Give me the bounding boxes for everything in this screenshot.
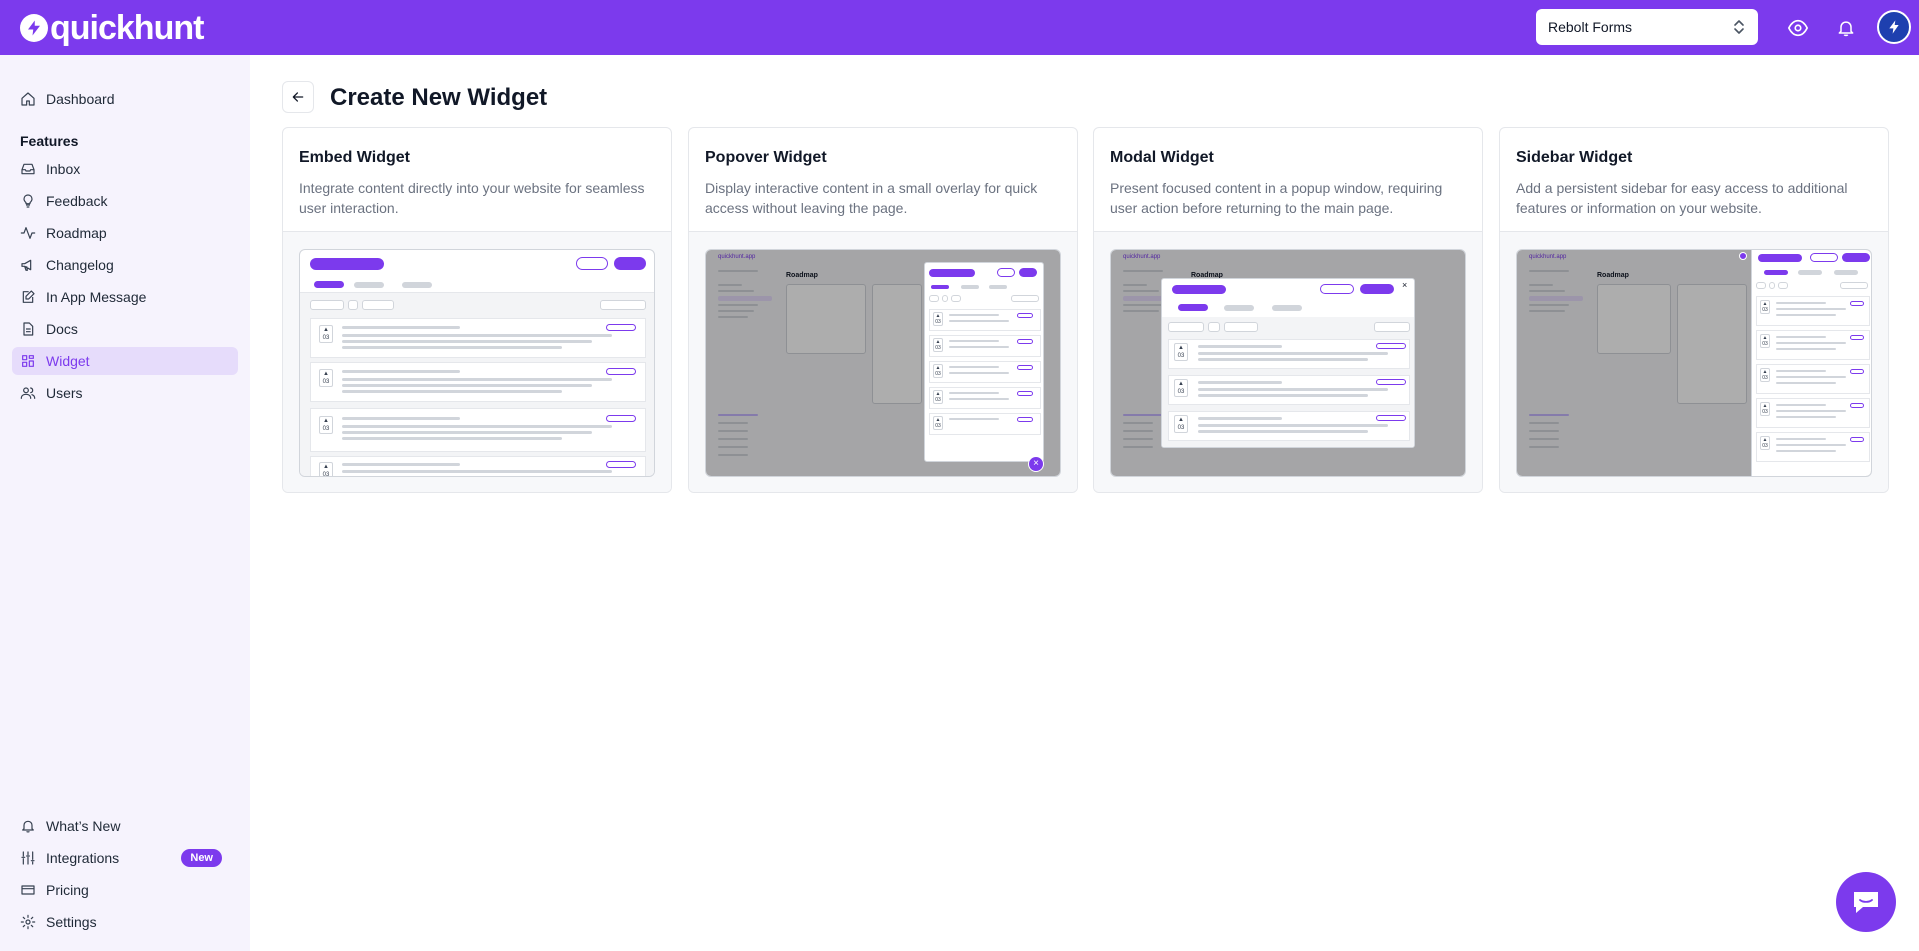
card-title: Sidebar Widget xyxy=(1516,149,1633,166)
home-icon xyxy=(21,92,35,106)
sidebar-item-label: Integrations xyxy=(46,850,120,866)
card-preview-area: quickhunt.app Roadmap × ▲ 03 ▲ 03 ▲ 03 xyxy=(1094,232,1482,492)
lightbulb-icon xyxy=(23,194,33,208)
card-preview-area: quickhunt.app Roadmap ▲ 03 ▲ 03 ▲ 03 ▲ 0… xyxy=(689,232,1077,492)
sidebar-item-label: What’s New xyxy=(46,818,121,834)
gear-icon xyxy=(20,914,36,930)
activity-icon xyxy=(20,227,36,239)
card-preview-area: ▲ 03 ▲ 03 ▲ 03 ▲ 03 xyxy=(283,232,671,492)
sidebar-item-label: In App Message xyxy=(46,289,147,305)
card-header: Popover Widget Display interactive conte… xyxy=(689,128,1077,232)
popover-panel: ▲ 03 ▲ 03 ▲ 03 ▲ 03 ▲ 03 xyxy=(924,262,1044,462)
sidebar-item-inbox[interactable]: Inbox xyxy=(12,155,238,183)
popover-widget-card[interactable]: Popover Widget Display interactive conte… xyxy=(688,127,1078,493)
close-icon: × xyxy=(1402,280,1408,290)
chat-icon xyxy=(1854,892,1878,913)
sidebar-item-label: Settings xyxy=(46,914,97,930)
avatar[interactable] xyxy=(1877,10,1911,44)
modal-preview: quickhunt.app Roadmap × ▲ 03 ▲ 03 ▲ 03 xyxy=(1110,249,1466,477)
inbox-icon xyxy=(21,163,35,175)
sidebar-panel: ▲ 03 ▲ 03 ▲ 03 ▲ 03 ▲ 03 xyxy=(1751,250,1871,476)
page-title: Create New Widget xyxy=(330,84,548,111)
logo[interactable]: quickhunt xyxy=(20,9,204,47)
sidebar-item-docs[interactable]: Docs xyxy=(12,315,238,343)
sidebar-item-label: Users xyxy=(46,385,83,401)
layout-icon xyxy=(22,355,34,367)
card-description: Add a persistent sidebar for easy access… xyxy=(1516,180,1848,216)
project-select-value: Rebolt Forms xyxy=(1548,19,1633,35)
card-header: Embed Widget Integrate content directly … xyxy=(283,128,671,232)
sidebar-item-label: Widget xyxy=(46,353,90,369)
sidebar-item-label: Roadmap xyxy=(46,225,107,241)
sidebar-item-roadmap[interactable]: Roadmap xyxy=(12,219,238,247)
card-description: Integrate content directly into your web… xyxy=(299,180,645,216)
sidebar-item-label: Pricing xyxy=(46,882,89,898)
close-icon: × xyxy=(1028,456,1044,472)
sidebar-item-widget[interactable]: Widget xyxy=(12,347,238,375)
vote-box: ▲ 03 xyxy=(319,325,333,343)
chat-button[interactable] xyxy=(1836,872,1896,932)
eye-icon[interactable] xyxy=(1782,12,1814,44)
card-description: Present focused content in a popup windo… xyxy=(1110,180,1443,216)
credit-card-icon xyxy=(21,885,35,895)
sidebar-item-users[interactable]: Users xyxy=(12,379,238,407)
users-icon xyxy=(20,387,36,399)
embed-widget-card[interactable]: Embed Widget Integrate content directly … xyxy=(282,127,672,493)
sidebar-item-settings[interactable]: Settings xyxy=(12,908,238,936)
logo-text: quickhunt xyxy=(50,9,204,47)
embed-preview: ▲ 03 ▲ 03 ▲ 03 ▲ 03 xyxy=(299,249,655,477)
integrations-icon xyxy=(21,851,35,865)
sidebar-item-label: Dashboard xyxy=(46,91,115,107)
card-header: Modal Widget Present focused content in … xyxy=(1094,128,1482,232)
sidebar-item-whats-new[interactable]: What’s New xyxy=(12,812,238,840)
sidebar-item-pricing[interactable]: Pricing xyxy=(12,876,238,904)
sidebar-item-dashboard[interactable]: Dashboard xyxy=(12,85,238,113)
message-edit-icon xyxy=(22,290,35,303)
card-title: Popover Widget xyxy=(705,149,827,166)
sidebar-item-label: Feedback xyxy=(46,193,108,209)
sidebar-item-feedback[interactable]: Feedback xyxy=(12,187,238,215)
bell-icon xyxy=(22,820,34,833)
chevron-up-down-icon xyxy=(1732,18,1746,39)
card-header: Sidebar Widget Add a persistent sidebar … xyxy=(1500,128,1888,232)
megaphone-icon xyxy=(21,259,32,271)
sidebar-item-label: Inbox xyxy=(46,161,81,177)
arrow-left-icon xyxy=(292,92,304,102)
bell-icon[interactable] xyxy=(1830,12,1862,44)
close-icon xyxy=(1739,252,1747,260)
sidebar-widget-card[interactable]: Sidebar Widget Add a persistent sidebar … xyxy=(1499,127,1889,493)
document-icon xyxy=(23,322,34,336)
card-description: Display interactive content in a small o… xyxy=(705,180,1038,216)
modal-panel: × ▲ 03 ▲ 03 ▲ 03 xyxy=(1161,278,1415,448)
sidebar-item-changelog[interactable]: Changelog xyxy=(12,251,238,279)
sidebar-item-label: Docs xyxy=(46,321,78,337)
sidebar-preview: quickhunt.app Roadmap ▲ 03 ▲ 03 ▲ 03 ▲ 0… xyxy=(1516,249,1872,477)
sidebar-item-label: Changelog xyxy=(46,257,114,273)
back-button[interactable] xyxy=(282,81,314,113)
card-title: Modal Widget xyxy=(1110,149,1214,166)
sidebar-item-integrations[interactable]: Integrations New xyxy=(12,844,238,872)
modal-widget-card[interactable]: Modal Widget Present focused content in … xyxy=(1093,127,1483,493)
card-title: Embed Widget xyxy=(299,149,410,166)
sidebar-item-in-app-message[interactable]: In App Message xyxy=(12,283,238,311)
card-preview-area: quickhunt.app Roadmap ▲ 03 ▲ 03 ▲ 03 ▲ 0… xyxy=(1500,232,1888,492)
project-select[interactable]: Rebolt Forms xyxy=(1536,9,1758,45)
bolt-icon xyxy=(20,14,48,42)
new-badge: New xyxy=(181,849,222,867)
features-label: Features xyxy=(20,133,79,149)
popover-preview: quickhunt.app Roadmap ▲ 03 ▲ 03 ▲ 03 ▲ 0… xyxy=(705,249,1061,477)
top-bar: quickhunt Rebolt Forms xyxy=(0,0,1919,55)
